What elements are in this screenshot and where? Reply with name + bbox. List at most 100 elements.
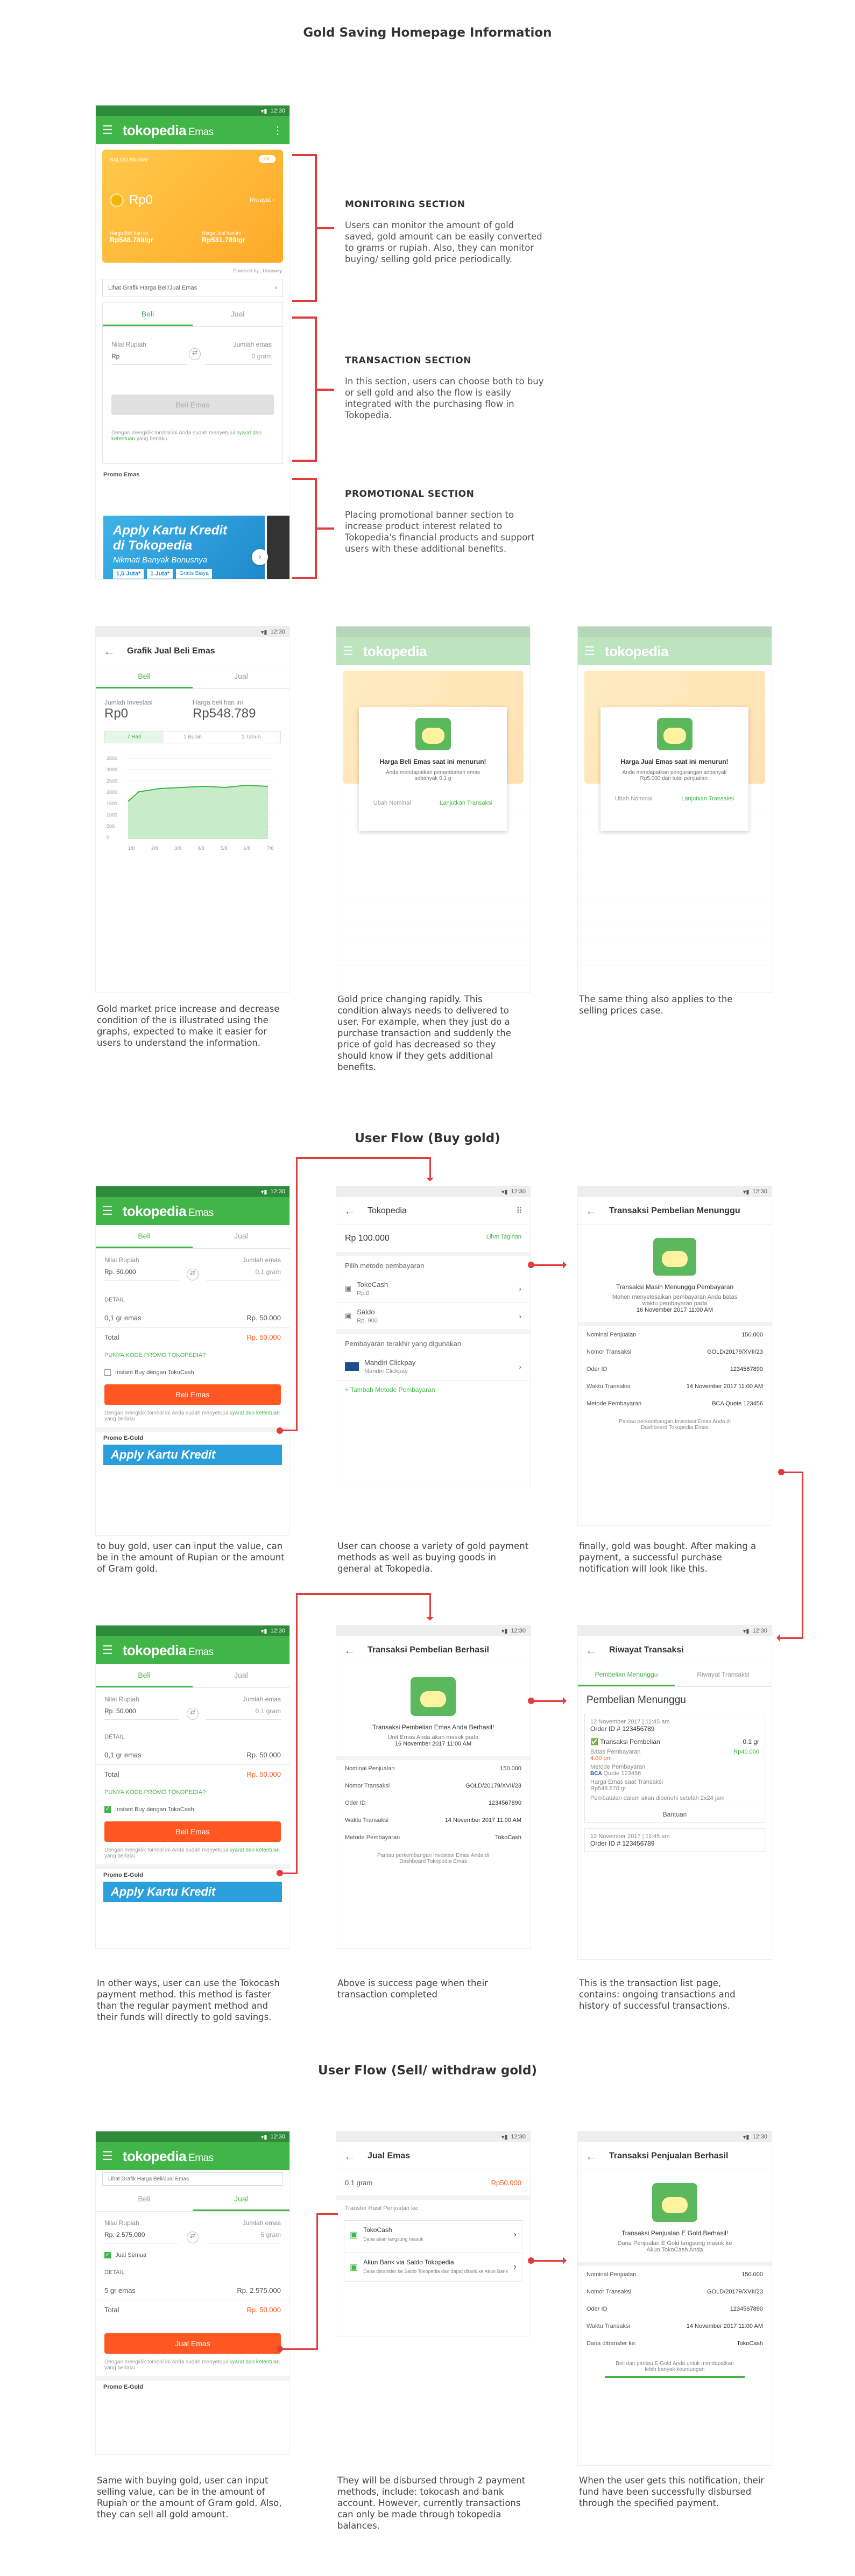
modal-body: Anda mendapatkan pengurangan sebanyak Rp… [622, 770, 727, 782]
tab-beli[interactable]: Beli [103, 303, 193, 326]
tab-beli[interactable]: Beli [96, 2188, 193, 2211]
unit-toggle[interactable]: Gr [258, 155, 275, 163]
convert-icon[interactable]: ⇄ [187, 2232, 199, 2243]
graph-link[interactable]: Lihat Grafik Harga Beli/Jual Emas [102, 2172, 283, 2186]
history-card[interactable]: 12 November 2017 | 11:45 am Order ID # 1… [584, 1714, 765, 1823]
x-tick-label: 6/8 [244, 846, 251, 851]
modal-confirm-button[interactable]: Lanjutkan Transaksi [681, 796, 734, 802]
gram-field[interactable]: Jumlah emas 0,1 gram [206, 1695, 281, 1720]
modal-confirm-button[interactable]: Lanjutkan Transaksi [440, 800, 492, 806]
tab-beli[interactable]: Beli [96, 665, 193, 688]
promo-banner[interactable]: Apply Kartu Kredit [103, 1445, 282, 1465]
sell-input-phone: ▾▮ 12:30 ☰ tokopedia Emas Lihat Grafik Harg… [96, 2131, 289, 2454]
grid-icon[interactable]: ⠿ [516, 1206, 522, 1216]
x-tick-label: 3/8 [174, 846, 181, 851]
x-tick-label: 7/8 [267, 846, 274, 851]
modal-cancel-button[interactable]: Ubah Nominal [615, 796, 653, 802]
hamburger-menu-icon[interactable]: ☰ [102, 1643, 113, 1657]
add-payment-method-link[interactable]: + Tambah Metode Pembayaran [336, 1381, 530, 1399]
tab-beli[interactable]: Beli [96, 1225, 193, 1248]
disburse-option[interactable]: ▣ Akun Bank via Saldo Tokopedia Dana ditra… [344, 2253, 522, 2282]
graph-summary: Jumlah Investasi Rp0 Harga beli hari ini R… [104, 699, 256, 721]
promo-code-link[interactable]: PUNYA KODE PROMO TOKOPEDIA? [96, 1347, 289, 1364]
gram-field[interactable]: Jumlah emas 0,1 gram [206, 1256, 281, 1280]
beli-emas-button[interactable]: Beli Emas [111, 395, 274, 415]
range-1m[interactable]: 1 Bulan [164, 731, 222, 743]
tab-pending[interactable]: Pembelian Menunggu [578, 1664, 675, 1686]
sell-all-checkbox[interactable]: ✓ Jual Semua [96, 2247, 289, 2264]
x-tick-label: 4/8 [197, 846, 204, 851]
detail-header: DETAIL [104, 1297, 125, 1303]
sell-price-modal: Harga Jual Emas saat ini menurun! Anda m… [600, 707, 748, 831]
detail-row: 0,1 gr emas Rp. 50.000 [104, 1314, 281, 1322]
gram-field[interactable]: Jumlah emas 0 gram [205, 341, 272, 365]
back-arrow-icon[interactable]: ← [585, 1204, 597, 1218]
success-status: Transaksi Pembelian Emas Anda Berhasil! [372, 1723, 494, 1731]
more-options-icon[interactable]: ⋮ [272, 124, 283, 137]
graph-link[interactable]: Lihat Grafik Harga Beli/Jual Emas › [102, 279, 283, 297]
history-card[interactable]: 12 November 2017 | 11:45 am Order ID # 1… [584, 1828, 765, 1852]
beli-emas-button[interactable]: Beli Emas [104, 1821, 281, 1842]
carousel-next-icon[interactable]: › [252, 549, 268, 565]
promo-banner[interactable]: Apply Kartu Kredit [103, 1882, 282, 1902]
status-bar: ▾▮ 12:30 [96, 105, 289, 116]
gold-bag-icon [653, 1238, 696, 1276]
tab-jual[interactable]: Jual [193, 1225, 289, 1248]
modal-cancel-button[interactable]: Ubah Nominal [373, 800, 411, 806]
convert-icon[interactable]: ⇄ [187, 1269, 199, 1280]
tab-history[interactable]: Riwayat Transaksi [675, 1664, 772, 1686]
rupiah-field[interactable]: Nilai Rupiah Rp. 50.000 [104, 1256, 179, 1280]
sell-success-title: Transaksi Penjualan Berhasil [609, 2151, 729, 2160]
caption-history: This is the transaction list page, conta… [579, 1978, 736, 2011]
checked-icon[interactable]: ✓ [104, 1806, 111, 1813]
payment-method-item[interactable]: ▣ Saldo Rp. 900 › [336, 1303, 530, 1330]
back-arrow-icon[interactable]: ← [344, 1643, 356, 1657]
gram-field[interactable]: Jumlah emas 5 gram [206, 2219, 281, 2243]
detail-value: GOLD/20179/XVII/23 [465, 1783, 521, 1789]
buy-price-drop-phone: ☰ tokopedia Harga Beli Emas saat ini menu… [336, 627, 530, 993]
back-arrow-icon[interactable]: ← [344, 1204, 356, 1218]
rupiah-field[interactable]: Nilai Rupiah Rp [111, 341, 187, 365]
convert-icon[interactable]: ⇄ [187, 1708, 199, 1720]
tab-beli[interactable]: Beli [96, 1664, 193, 1687]
disburse-option[interactable]: ▣ TokoCash Dana akan langsung masuk › [344, 2220, 522, 2249]
instant-buy-checkbox[interactable]: ✓ Instant Buy dengan TokoCash [96, 1801, 289, 1818]
instant-buy-checkbox[interactable]: Instant Buy dengan TokoCash [96, 1364, 289, 1381]
chevron-right-icon: › [513, 2230, 517, 2239]
detail-value: 1234567890 [730, 2306, 763, 2312]
history-title: Riwayat Transaksi [609, 1645, 684, 1655]
checked-icon[interactable]: ✓ [104, 2252, 111, 2258]
back-arrow-icon[interactable]: ← [585, 2149, 597, 2163]
recent-method-item[interactable]: Mandiri Clickpay Mandiri Clickpay › [336, 1353, 530, 1381]
rupiah-field[interactable]: Nilai Rupiah Rp. 2.575.000 [104, 2219, 179, 2243]
tab-jual[interactable]: Jual [193, 665, 289, 688]
back-arrow-icon[interactable]: ← [103, 644, 115, 658]
range-7d[interactable]: 7 Hari [105, 731, 164, 743]
tab-jual[interactable]: Jual [193, 303, 282, 326]
hamburger-menu-icon[interactable]: ☰ [102, 1204, 113, 1218]
tab-jual[interactable]: Jual [193, 1664, 289, 1687]
range-1y[interactable]: 1 Tahun [222, 731, 280, 743]
hamburger-menu-icon[interactable]: ☰ [102, 2149, 113, 2163]
monitoring-connector [317, 227, 334, 229]
convert-icon[interactable]: ⇄ [189, 348, 201, 360]
tab-jual[interactable]: Jual [193, 2188, 289, 2211]
riwayat-link[interactable]: Riwayat › [250, 197, 274, 203]
hamburger-menu-icon[interactable]: ☰ [102, 123, 113, 137]
back-arrow-icon[interactable]: ← [585, 1643, 597, 1657]
back-arrow-icon[interactable]: ← [344, 2149, 356, 2163]
price-chart: 3500 3000 2500 2000 1500 1000 500 0 1/8 2/8 3/8 4/… [107, 756, 274, 851]
rupiah-field[interactable]: Nilai Rupiah Rp. 50.000 [104, 1695, 179, 1720]
detail-value: 14 November 2017 11:00 AM [686, 1383, 763, 1390]
detail-key: Nomor Transaksi [587, 2289, 632, 2295]
jual-emas-button[interactable]: Jual Emas [104, 2333, 281, 2354]
sell-price-drop-phone: ☰ tokopedia Harga Jual Emas saat ini menu… [578, 627, 772, 993]
beli-emas-button[interactable]: Beli Emas [104, 1384, 281, 1405]
promo-code-link[interactable]: PUNYA KODE PROMO TOKOPEDIA? [96, 1784, 289, 1801]
help-button[interactable]: Bantuan [590, 1806, 759, 1818]
promo-banner[interactable]: Apply Kartu Kredit di Tokopedia Nikmati … [103, 516, 265, 579]
view-bill-link[interactable]: Lihat Tagihan [486, 1234, 521, 1243]
checkbox-icon[interactable] [104, 1369, 111, 1376]
payment-method-item[interactable]: ▣ TokoCash Rp.0 › [336, 1275, 530, 1303]
detail-row: Waktu Transaksi 14 November 2017 11:00 AM [578, 2318, 772, 2335]
